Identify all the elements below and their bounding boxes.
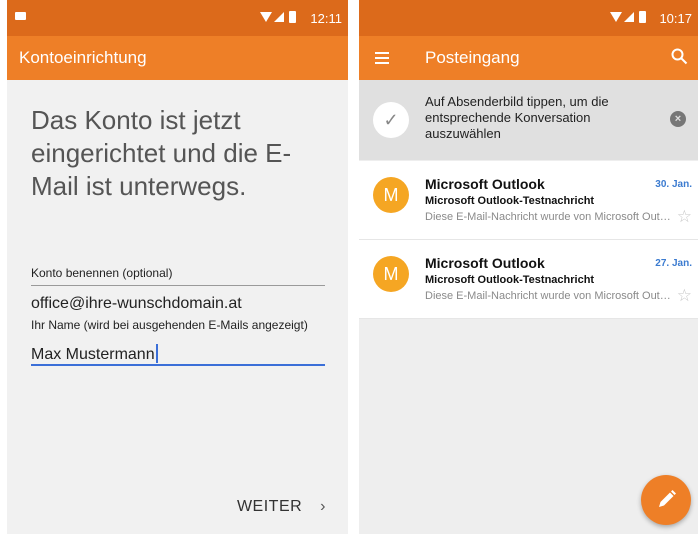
mail-subject: Microsoft Outlook-Testnachricht <box>425 195 595 207</box>
your-name-label: Ihr Name (wird bei ausgehenden E-Mails a… <box>31 318 308 332</box>
signal-icons <box>610 11 650 26</box>
account-name-input[interactable]: office@ihre-wunschdomain.at <box>31 295 242 313</box>
check-icon: ✓ <box>373 102 409 138</box>
chevron-right-icon: › <box>320 498 326 515</box>
list-item[interactable]: M Microsoft Outlook 27. Jan. Microsoft O… <box>359 240 698 319</box>
hint-banner: ✓ Auf Absenderbild tippen, um die entspr… <box>359 80 698 160</box>
mail-date: 30. Jan. <box>655 179 692 190</box>
account-name-label: Konto benennen (optional) <box>31 266 173 280</box>
mail-date: 27. Jan. <box>655 258 692 269</box>
text-cursor <box>155 344 158 363</box>
list-item[interactable]: M Microsoft Outlook 30. Jan. Microsoft O… <box>359 161 698 240</box>
mail-sender: Microsoft Outlook <box>425 255 545 271</box>
status-time: 10:17 <box>659 11 692 26</box>
signal-icons <box>260 11 300 26</box>
your-name-underline <box>31 364 325 366</box>
confirmation-heading: Das Konto ist jetzt eingerichtet und die… <box>31 105 292 201</box>
avatar[interactable]: M <box>373 177 409 213</box>
hamburger-menu-icon[interactable] <box>375 52 389 67</box>
account-setup-screen: 12:11 Kontoeinrichtung Das Konto ist jet… <box>7 0 348 534</box>
mail-preview: Diese E-Mail-Nachricht wurde von Microso… <box>425 290 673 302</box>
mail-sender: Microsoft Outlook <box>425 176 545 192</box>
star-icon[interactable]: ☆ <box>677 286 692 306</box>
page-title: Kontoeinrichtung <box>19 48 147 67</box>
pencil-compose-icon <box>659 490 676 507</box>
mail-preview: Diese E-Mail-Nachricht wurde von Microso… <box>425 211 673 223</box>
status-bar: 10:17 <box>359 0 698 36</box>
app-bar: Kontoeinrichtung <box>7 36 348 80</box>
hint-text: Auf Absenderbild tippen, um die entsprec… <box>425 94 609 141</box>
app-bar: Posteingang <box>359 36 698 80</box>
page-title: Posteingang <box>425 48 520 67</box>
compose-button[interactable] <box>641 475 691 525</box>
notification-icon <box>15 12 26 20</box>
status-time: 12:11 <box>310 11 342 26</box>
search-icon[interactable] <box>671 48 688 65</box>
status-bar: 12:11 <box>7 0 348 36</box>
your-name-input[interactable]: Max Mustermann <box>31 344 158 364</box>
next-button-label: WEITER <box>236 498 303 515</box>
inbox-screen: 10:17 Posteingang ✓ Auf Absenderbild tip… <box>359 0 698 534</box>
close-icon[interactable]: × <box>670 111 686 127</box>
mail-subject: Microsoft Outlook-Testnachricht <box>425 274 595 286</box>
account-name-underline <box>31 285 325 286</box>
avatar[interactable]: M <box>373 256 409 292</box>
next-button[interactable]: WEITER › <box>237 498 326 516</box>
star-icon[interactable]: ☆ <box>677 207 692 227</box>
your-name-value: Max Mustermann <box>31 346 155 363</box>
